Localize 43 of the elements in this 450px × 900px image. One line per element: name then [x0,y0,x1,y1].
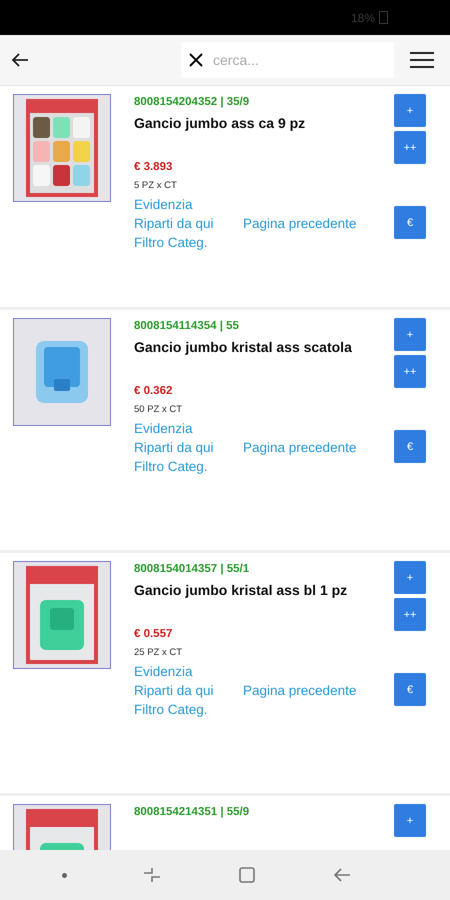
action-button[interactable]: + [394,318,426,351]
product-code: 8008154214351 | 55/9 [134,806,250,818]
product-price: € 0.557 [134,628,174,640]
action-link[interactable]: Pagina precedente [243,216,369,231]
dot-icon[interactable] [62,872,67,878]
action-link[interactable]: Evidenzia [134,197,369,212]
pack-size: 25 PZ x CT [134,647,184,658]
action-link[interactable]: Riparti da qui [134,216,243,231]
action-link[interactable]: Pagina precedente [243,440,369,455]
action-button[interactable]: ++ [394,598,426,631]
action-button[interactable]: ++ [394,131,426,164]
action-button[interactable]: + [394,561,426,594]
action-button[interactable]: € [394,673,426,706]
action-button[interactable]: € [394,430,426,463]
product-name: Gancio jumbo kristal ass scatola [134,339,353,355]
product-price: € 3.893 [134,161,174,173]
battery-percentage: 18% [350,10,375,24]
action-link[interactable]: Evidenzia [134,664,369,679]
action-button[interactable]: ++ [394,355,426,388]
action-link[interactable]: Pagina precedente [243,683,369,698]
recent-apps-icon[interactable] [142,865,162,885]
product-code: 8008154114354 | 55 [134,320,240,332]
product-code: 8008154014357 | 55/1 [134,563,250,575]
product-price: € 0.362 [134,385,174,397]
battery-icon [379,11,388,24]
product-name: Gancio jumbo ass ca 9 pz [134,115,306,131]
product-name: Gancio jumbo kristal ass bl 1 pz [134,582,348,598]
action-link[interactable]: Riparti da qui [134,683,243,698]
pack-size: 50 PZ x CT [134,404,184,415]
pack-size: 5 PZ x CT [134,180,178,191]
menu-icon[interactable] [410,51,434,69]
action-link[interactable]: Filtro Categ. [134,702,243,717]
product-code: 8008154204352 | 35/9 [134,96,250,108]
action-link[interactable]: Filtro Categ. [134,459,243,474]
close-icon[interactable] [189,53,203,67]
action-button[interactable]: + [394,94,426,127]
search-field[interactable]: cerca... [181,42,394,78]
action-link[interactable]: Riparti da qui [134,440,243,455]
action-link[interactable]: Filtro Categ. [134,235,243,250]
action-button[interactable]: + [394,804,426,837]
home-icon[interactable] [237,865,258,885]
action-button[interactable]: € [394,206,426,239]
action-link[interactable]: Evidenzia [134,421,369,436]
